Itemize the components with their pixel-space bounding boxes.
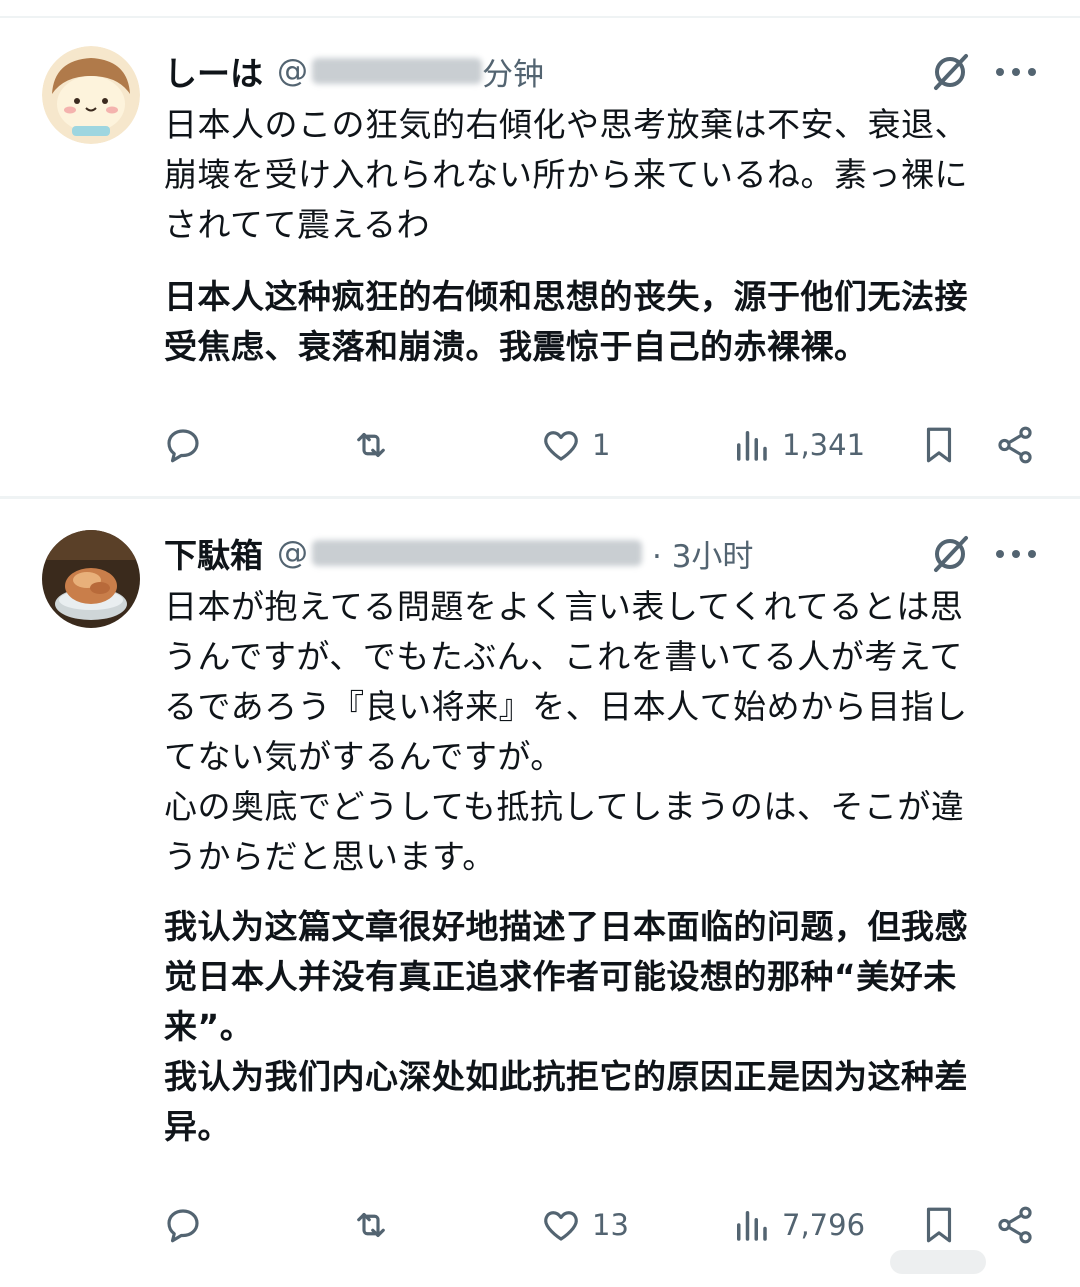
- share-button[interactable]: [994, 420, 1036, 470]
- share-icon: [998, 1206, 1032, 1244]
- timestamp[interactable]: · 3小时: [652, 531, 753, 576]
- reply-icon: [167, 1209, 199, 1243]
- timestamp[interactable]: 分钟: [482, 49, 544, 94]
- tweet-header: 下駄箱 @ · 3小时: [164, 528, 753, 578]
- bookmark-icon: [926, 427, 952, 463]
- retweet-icon: [357, 1212, 385, 1238]
- watermark: [890, 1250, 986, 1274]
- bookmark-icon: [926, 1207, 952, 1243]
- retweet-button[interactable]: [350, 1200, 392, 1250]
- like-button[interactable]: 13: [540, 1200, 629, 1250]
- more-icon[interactable]: [996, 50, 1036, 94]
- like-count: 13: [592, 1208, 629, 1242]
- blurred-handle: [312, 540, 642, 566]
- top-divider: [0, 16, 1080, 18]
- retweet-button[interactable]: [350, 420, 392, 470]
- more-icon[interactable]: [996, 532, 1036, 576]
- action-bar: 13 7,796: [0, 1200, 1080, 1250]
- views-button[interactable]: 7,796: [730, 1200, 865, 1250]
- blurred-handle: [312, 58, 482, 84]
- tweet-translation: 日本人这种疯狂的右倾和思想的丧失，源于他们无法接 受焦虑、衰落和崩溃。我震惊于自…: [164, 277, 968, 366]
- avatar[interactable]: [42, 46, 140, 144]
- views-icon: [737, 431, 767, 461]
- handle[interactable]: @: [277, 535, 642, 571]
- handle[interactable]: @: [277, 53, 482, 89]
- display-name[interactable]: しーは: [164, 47, 263, 95]
- like-count: 1: [592, 428, 611, 462]
- action-bar: 1 1,341: [0, 420, 1080, 470]
- views-count: 7,796: [782, 1208, 866, 1242]
- reply-icon: [167, 429, 199, 463]
- bookmark-button[interactable]: [918, 420, 960, 470]
- share-button[interactable]: [994, 1200, 1036, 1250]
- tweet-header: しーは @ 分钟: [164, 46, 544, 96]
- share-icon: [998, 426, 1032, 464]
- reply-button[interactable]: [162, 1200, 204, 1250]
- tweet-divider: [0, 496, 1080, 499]
- bookmark-button[interactable]: [918, 1200, 960, 1250]
- views-count: 1,341: [782, 428, 866, 462]
- tweet-translation: 我认为这篇文章很好地描述了日本面临的问题，但我感 觉日本人并没有真正追求作者可能…: [164, 907, 968, 1146]
- reply-button[interactable]: [162, 420, 204, 470]
- tweet-text: 日本人のこの狂気的右傾化や思考放棄は不安、衰退、 崩壊を受け入れられない所から来…: [164, 105, 968, 244]
- grok-icon[interactable]: [928, 50, 972, 94]
- heart-icon: [544, 1211, 578, 1241]
- like-button[interactable]: 1: [540, 420, 610, 470]
- heart-icon: [544, 431, 578, 461]
- grok-icon[interactable]: [928, 532, 972, 576]
- avatar[interactable]: [42, 530, 140, 628]
- tweet-text: 日本が抱えてる問題をよく言い表してくれてるとは思 うんですが、でもたぶん、これを…: [164, 587, 968, 876]
- retweet-icon: [357, 432, 385, 458]
- display-name[interactable]: 下駄箱: [164, 529, 263, 577]
- views-button[interactable]: 1,341: [730, 420, 865, 470]
- views-icon: [737, 1211, 767, 1241]
